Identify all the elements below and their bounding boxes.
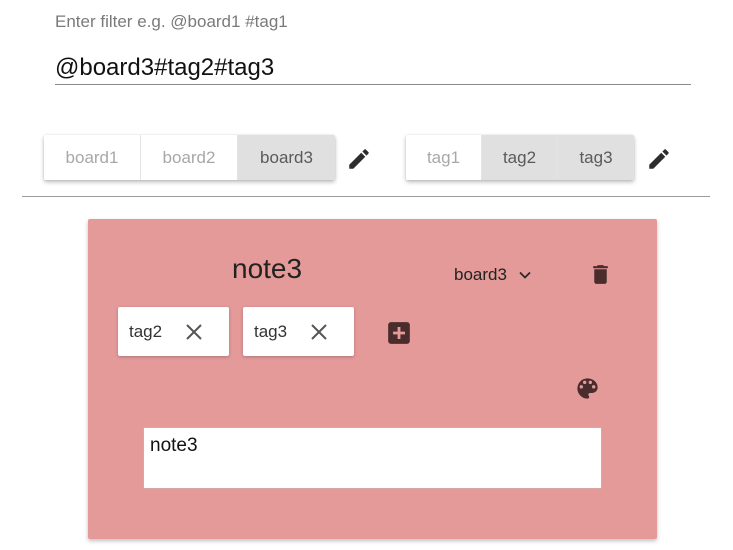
note-card: note3 board3 tag2 tag3 note3 [88,219,657,539]
note-title: note3 [232,253,303,284]
notes-app: Enter filter e.g. @board1 #tag1 board1 b… [0,0,733,550]
tag-toggle-tag3[interactable]: tag3 [558,135,634,180]
pencil-icon[interactable] [646,146,672,172]
filter-label: Enter filter e.g. @board1 #tag1 [55,12,288,31]
filter-input[interactable] [55,52,691,85]
tag-chip-label: tag2 [129,322,163,341]
chevron-down-icon [519,271,531,279]
board-toggle-board2[interactable]: board2 [141,135,238,180]
filter-field: Enter filter e.g. @board1 #tag1 [55,10,691,85]
palette-icon[interactable] [574,375,601,402]
close-icon[interactable] [182,320,206,344]
close-icon[interactable] [307,320,331,344]
board-toggle-board3[interactable]: board3 [238,135,335,180]
tag-chip-label: tag3 [254,322,288,341]
plus-box-icon[interactable] [386,320,412,346]
board-toggle-board1[interactable]: board1 [44,135,141,180]
tag-chip: tag2 [118,307,229,356]
tag-toggle-tag1[interactable]: tag1 [406,135,482,180]
board-select-value: board3 [454,265,507,284]
divider [22,196,710,197]
tag-chip: tag3 [243,307,354,356]
boards-toggle-group: board1 board2 board3 [44,135,335,180]
pencil-icon[interactable] [346,146,372,172]
board-select[interactable]: board3 [454,263,535,287]
note-content-input[interactable]: note3 [143,427,602,489]
tag-toggle-tag2[interactable]: tag2 [482,135,558,180]
trash-icon[interactable] [588,262,613,287]
tags-toggle-group: tag1 tag2 tag3 [406,135,634,180]
